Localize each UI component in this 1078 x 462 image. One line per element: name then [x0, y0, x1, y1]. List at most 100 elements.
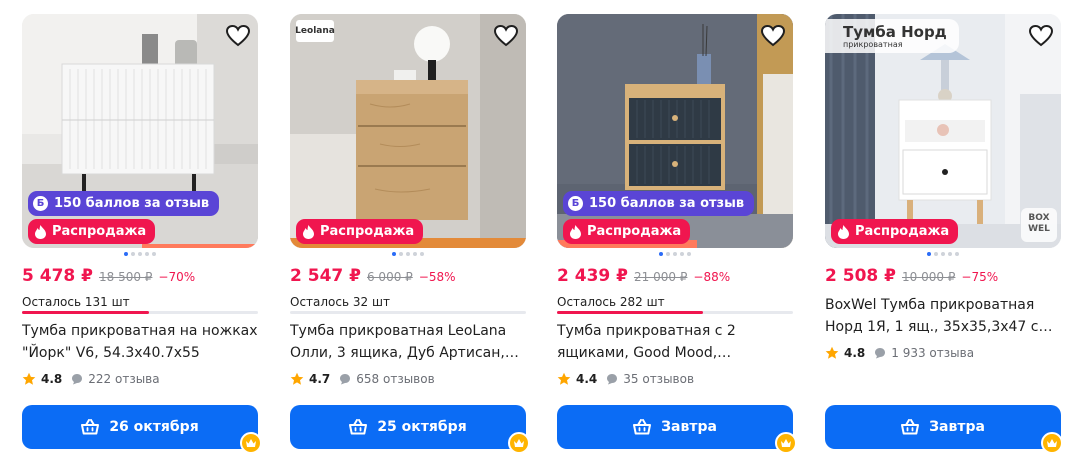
delivery-date-label: 25 октября — [377, 419, 467, 435]
rating-value: 4.4 — [576, 372, 598, 386]
old-price: 6 000 ₽ — [366, 270, 413, 284]
delivery-date-label: Завтра — [929, 419, 985, 435]
rating-row[interactable]: 4.8 222 отзыва — [22, 372, 160, 386]
favorite-heart-icon[interactable] — [1027, 22, 1055, 50]
pagination-dot[interactable] — [413, 252, 417, 256]
premium-crown-icon — [508, 432, 530, 454]
pagination-dot-active[interactable] — [927, 252, 931, 256]
pagination-dot[interactable] — [420, 252, 424, 256]
flame-icon — [838, 224, 849, 239]
product-card[interactable]: Б 150 баллов за отзыв Распродажа 2 439 ₽… — [557, 14, 797, 462]
pagination-dot-active[interactable] — [392, 252, 396, 256]
flame-icon — [570, 224, 581, 239]
bonus-b-icon: Б — [568, 196, 583, 211]
product-title-line[interactable]: Олли, 3 ящика, Дуб Артисан,… — [290, 342, 526, 364]
pagination-dot[interactable] — [687, 252, 691, 256]
image-title: Тумба Норд — [843, 23, 947, 41]
pagination-dot[interactable] — [680, 252, 684, 256]
add-to-cart-button[interactable]: 25 октября — [290, 405, 526, 449]
rating-row[interactable]: 4.7 658 отзывов — [290, 372, 435, 386]
pagination-dot[interactable] — [673, 252, 677, 256]
sale-badge-label: Распродажа — [52, 224, 147, 239]
brand-logo: Leolana — [295, 20, 335, 42]
image-pagination[interactable] — [557, 252, 793, 256]
bonus-badge-label: 150 баллов за отзыв — [589, 196, 745, 211]
add-to-cart-button[interactable]: Завтра — [825, 405, 1061, 449]
current-price: 5 478 ₽ — [22, 266, 93, 286]
reviews-count: 35 отзывов — [623, 372, 695, 386]
basket-icon — [81, 419, 100, 435]
favorite-heart-icon[interactable] — [224, 22, 252, 50]
pagination-dot[interactable] — [131, 252, 135, 256]
current-price: 2 508 ₽ — [825, 266, 896, 286]
rating-row[interactable]: 4.4 35 отзывов — [557, 372, 694, 386]
star-icon — [22, 372, 36, 385]
image-subtitle: прикроватная — [843, 40, 903, 49]
product-image[interactable]: Б 150 баллов за отзыв Распродажа — [557, 14, 793, 248]
discount-percent: −75% — [961, 270, 999, 284]
stock-progress-bar — [290, 311, 526, 314]
pagination-dot[interactable] — [666, 252, 670, 256]
discount-percent: −88% — [693, 270, 731, 284]
reviews-count: 658 отзывов — [356, 372, 435, 386]
pagination-dot[interactable] — [948, 252, 952, 256]
rating-row[interactable]: 4.8 1 933 отзыва — [825, 346, 974, 360]
chat-bubble-icon — [72, 374, 83, 385]
product-image[interactable]: Leolana Распродажа — [290, 14, 526, 248]
image-pagination[interactable] — [22, 252, 258, 256]
rating-value: 4.7 — [309, 372, 331, 386]
product-card[interactable]: Б 150 баллов за отзыв Распродажа 5 478 ₽… — [22, 14, 262, 462]
delivery-date-label: 26 октября — [109, 419, 199, 435]
pagination-dot[interactable] — [152, 252, 156, 256]
pagination-dot-active[interactable] — [124, 252, 128, 256]
stock-left: Осталось 131 шт — [22, 295, 130, 309]
product-title-line[interactable]: Тумба прикроватная LeoLana — [290, 320, 526, 342]
star-icon — [290, 372, 304, 385]
stock-left: Осталось 282 шт — [557, 295, 665, 309]
product-title[interactable]: Тумба прикроватная с 2 ящиками, Good Moo… — [557, 320, 793, 364]
add-to-cart-button[interactable]: Завтра — [557, 405, 793, 449]
pagination-dot[interactable] — [145, 252, 149, 256]
old-price: 10 000 ₽ — [901, 270, 956, 284]
product-image[interactable]: Тумба Норд прикроватная BOX WEL Распрода… — [825, 14, 1061, 248]
product-title-line[interactable]: Тумба прикроватная с 2 — [557, 320, 793, 342]
old-price: 18 500 ₽ — [98, 270, 153, 284]
product-title-line[interactable]: BoxWel Тумба прикроватная — [825, 294, 1061, 316]
rating-value: 4.8 — [844, 346, 866, 360]
pagination-dot-active[interactable] — [659, 252, 663, 256]
pagination-dot[interactable] — [138, 252, 142, 256]
product-card[interactable]: Тумба Норд прикроватная BOX WEL Распрода… — [825, 14, 1063, 462]
bonus-badge-label: 150 баллов за отзыв — [54, 196, 210, 211]
favorite-heart-icon[interactable] — [759, 22, 787, 50]
product-title-line[interactable]: Тумба прикроватная на ножках — [22, 320, 258, 342]
star-icon — [825, 346, 839, 359]
product-card[interactable]: Leolana Распродажа 2 547 ₽ 6 000 ₽ −58% … — [290, 14, 530, 462]
bonus-b-icon: Б — [33, 196, 48, 211]
product-title-line[interactable]: "Йорк" V6, 54.3x40.7x55 — [22, 342, 258, 364]
pagination-dot[interactable] — [399, 252, 403, 256]
product-title[interactable]: Тумба прикроватная LeoLana Олли, 3 ящика… — [290, 320, 526, 364]
discount-percent: −70% — [158, 270, 196, 284]
product-title-line[interactable]: ящиками, Good Mood,… — [557, 342, 793, 364]
pagination-dot[interactable] — [934, 252, 938, 256]
pagination-dot[interactable] — [955, 252, 959, 256]
product-title[interactable]: BoxWel Тумба прикроватная Норд 1Я, 1 ящ.… — [825, 294, 1061, 338]
image-pagination[interactable] — [290, 252, 526, 256]
pagination-dot[interactable] — [941, 252, 945, 256]
delivery-date-label: Завтра — [661, 419, 717, 435]
product-title-line[interactable]: Норд 1Я, 1 ящ., 35x35,3x47 см, … — [825, 316, 1061, 338]
favorite-heart-icon[interactable] — [492, 22, 520, 50]
old-price: 21 000 ₽ — [633, 270, 688, 284]
add-to-cart-button[interactable]: 26 октября — [22, 405, 258, 449]
reviews-count: 222 отзыва — [88, 372, 160, 386]
image-pagination[interactable] — [825, 252, 1061, 256]
sale-badge-label: Распродажа — [587, 224, 682, 239]
premium-crown-icon — [775, 432, 797, 454]
discount-percent: −58% — [418, 270, 456, 284]
pagination-dot[interactable] — [406, 252, 410, 256]
brand-logo: BOX WEL — [1021, 208, 1057, 242]
stock-progress-fill — [22, 311, 150, 314]
product-image[interactable]: Б 150 баллов за отзыв Распродажа — [22, 14, 258, 248]
product-title[interactable]: Тумба прикроватная на ножках "Йорк" V6, … — [22, 320, 258, 364]
chat-bubble-icon — [340, 374, 351, 385]
